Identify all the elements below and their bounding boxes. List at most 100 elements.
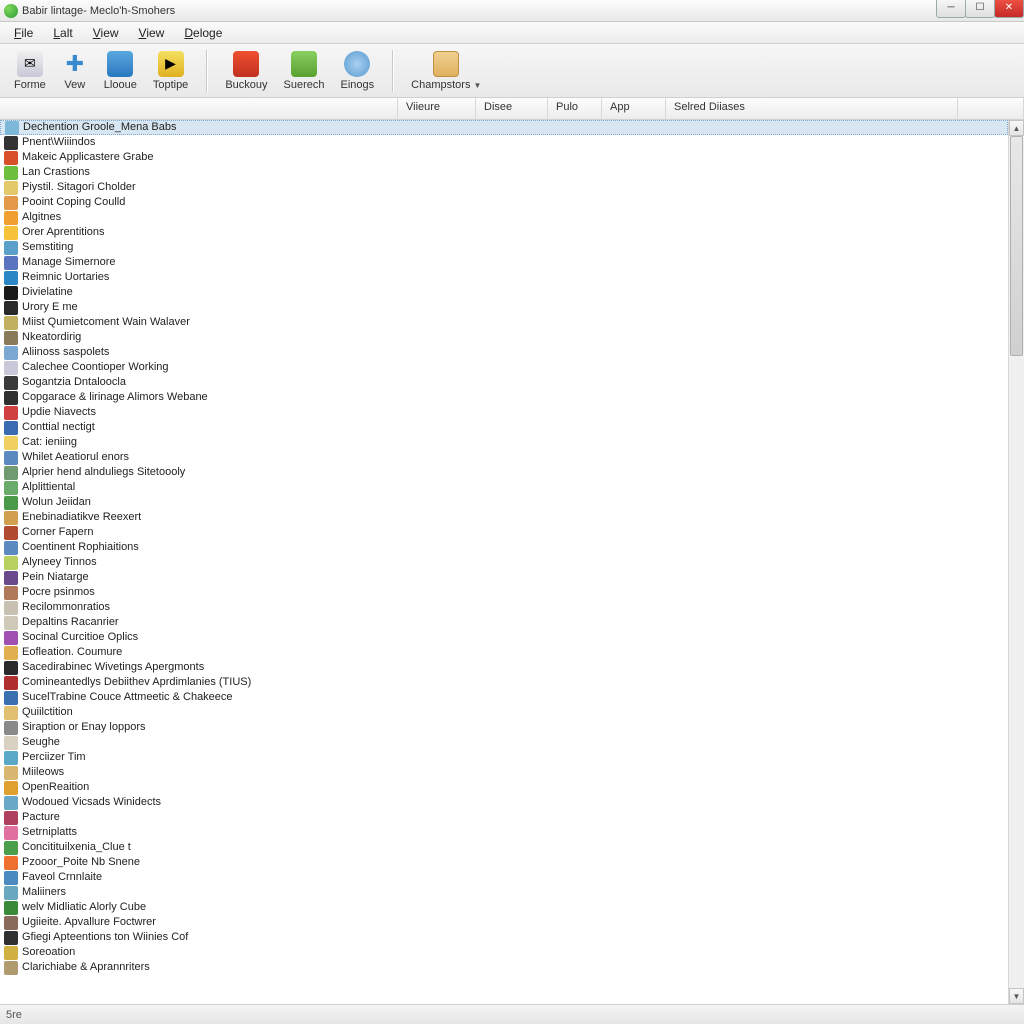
column-viieure[interactable]: Viieure <box>398 98 476 119</box>
list-item[interactable]: OpenReaition <box>0 780 1008 795</box>
list-item[interactable]: Perciizer Tim <box>0 750 1008 765</box>
toolbar-llooue-button[interactable]: Llooue <box>96 49 145 93</box>
column-name[interactable] <box>0 98 398 119</box>
list-item[interactable]: Wodoued Vicsads Winidects <box>0 795 1008 810</box>
list-item[interactable]: Piystil. Sitagori Cholder <box>0 180 1008 195</box>
column-selred[interactable]: Selred Diiases <box>666 98 958 119</box>
list-item[interactable]: Makeic Applicastere Grabe <box>0 150 1008 165</box>
list-item[interactable]: Lan Crastions <box>0 165 1008 180</box>
list-item[interactable]: Sogantzia Dntaloocla <box>0 375 1008 390</box>
list-item[interactable]: Alyneey Tinnos <box>0 555 1008 570</box>
list-item[interactable]: Alplittiental <box>0 480 1008 495</box>
list-item[interactable]: Enebinadiatikve Reexert <box>0 510 1008 525</box>
list-item[interactable]: Nkeatordirig <box>0 330 1008 345</box>
list-item[interactable]: Quiilctition <box>0 705 1008 720</box>
list-item[interactable]: Aliinoss saspolets <box>0 345 1008 360</box>
list-item[interactable]: Gfiegi Apteentions ton Wiinies Cof <box>0 930 1008 945</box>
menu-view2[interactable]: View <box>129 24 175 42</box>
list-item[interactable]: Sacedirabinec Wivetings Apergmonts <box>0 660 1008 675</box>
list-item[interactable]: Pooint Coping Coulld <box>0 195 1008 210</box>
column-disee[interactable]: Disee <box>476 98 548 119</box>
list-item[interactable]: Manage Simernore <box>0 255 1008 270</box>
list-item[interactable]: Maliiners <box>0 885 1008 900</box>
list-item[interactable]: Orer Aprentitions <box>0 225 1008 240</box>
list-item[interactable]: Cat: ieniing <box>0 435 1008 450</box>
item-label: Pocre psinmos <box>22 585 95 600</box>
list-item[interactable]: Whilet Aeatiorul enors <box>0 450 1008 465</box>
list-item[interactable]: Calechee Coontioper Working <box>0 360 1008 375</box>
list-item[interactable]: Updie Niavects <box>0 405 1008 420</box>
list-item[interactable]: Eofleation. Coumure <box>0 645 1008 660</box>
close-button[interactable]: ✕ <box>994 0 1024 18</box>
list-item[interactable]: Wolun Jeiidan <box>0 495 1008 510</box>
toolbar-einogs-button[interactable]: Einogs <box>333 49 383 93</box>
list-item[interactable]: Depaltins Racanrier <box>0 615 1008 630</box>
list-item[interactable]: Setrniplatts <box>0 825 1008 840</box>
list-item[interactable]: Pocre psinmos <box>0 585 1008 600</box>
list-item[interactable]: Semstiting <box>0 240 1008 255</box>
maximize-button[interactable]: ☐ <box>965 0 995 18</box>
item-label: Copgarace & lirinage Alimors Webane <box>22 390 208 405</box>
list-item[interactable]: Alprier hend alnduliegs Sitetoooly <box>0 465 1008 480</box>
column-pulo[interactable]: Pulo <box>548 98 602 119</box>
menu-lalt[interactable]: Lalt <box>43 24 82 42</box>
item-icon <box>4 136 18 150</box>
list-item[interactable]: Pacture <box>0 810 1008 825</box>
toolbar-forme-button[interactable]: ✉ Forme <box>6 49 54 93</box>
item-label: Orer Aprentitions <box>22 225 105 240</box>
item-icon <box>4 841 18 855</box>
toolbar-toptipe-button[interactable]: ▶ Toptipe <box>145 49 196 93</box>
list-item[interactable]: Ugiieite. Apvallure Foctwrer <box>0 915 1008 930</box>
menu-file[interactable]: File <box>4 24 43 42</box>
list-item[interactable]: SucelTrabine Couce Attmeetic & Chakeece <box>0 690 1008 705</box>
list-item[interactable]: Divielatine <box>0 285 1008 300</box>
list-item[interactable]: Comineantedlys Debiithev Aprdimlanies (T… <box>0 675 1008 690</box>
item-label: Siraption or Enay loppors <box>22 720 146 735</box>
item-label: Perciizer Tim <box>22 750 86 765</box>
list-item[interactable]: Copgarace & lirinage Alimors Webane <box>0 390 1008 405</box>
toolbar-buckouy-button[interactable]: Buckouy <box>217 49 275 93</box>
list-item[interactable]: Faveol Crnnlaite <box>0 870 1008 885</box>
globe-icon <box>344 51 370 77</box>
item-label: Divielatine <box>22 285 73 300</box>
item-label: Piystil. Sitagori Cholder <box>22 180 136 195</box>
column-app[interactable]: App <box>602 98 666 119</box>
item-label: Dechention Groole_Mena Babs <box>23 120 176 135</box>
minimize-button[interactable]: ─ <box>936 0 966 18</box>
item-icon <box>4 331 18 345</box>
list-item[interactable]: Recilommonratios <box>0 600 1008 615</box>
list-item[interactable]: Urory E me <box>0 300 1008 315</box>
list-item[interactable]: Clarichiabe & Aprannriters <box>0 960 1008 975</box>
toolbar-separator-1 <box>206 50 207 92</box>
menu-view1[interactable]: View <box>83 24 129 42</box>
list-item[interactable]: Conttial nectigt <box>0 420 1008 435</box>
statusbar: 5re <box>0 1004 1024 1024</box>
list-item[interactable]: Pzooor_Poite Nb Snene <box>0 855 1008 870</box>
toolbar-vew-button[interactable]: ✚ Vew <box>54 49 96 93</box>
menu-deloge[interactable]: Deloge <box>174 24 232 42</box>
item-icon <box>4 886 18 900</box>
toolbar-suerech-button[interactable]: Suerech <box>276 49 333 93</box>
toolbar-champstors-button[interactable]: Champstors▼ <box>403 49 489 93</box>
list-item[interactable]: Reimnic Uortaries <box>0 270 1008 285</box>
scroll-down-button[interactable]: ▼ <box>1009 988 1024 1004</box>
scroll-thumb[interactable] <box>1010 136 1023 356</box>
list-item[interactable]: Dechention Groole_Mena Babs <box>0 120 1008 135</box>
list-item[interactable]: Soreoation <box>0 945 1008 960</box>
item-icon <box>4 286 18 300</box>
vertical-scrollbar[interactable]: ▲ ▼ <box>1008 120 1024 1004</box>
list-item[interactable]: Socinal Curcitioe Oplics <box>0 630 1008 645</box>
list-item[interactable]: Pein Niatarge <box>0 570 1008 585</box>
list-item[interactable]: Miist Qumietcoment Wain Walaver <box>0 315 1008 330</box>
list-item[interactable]: Siraption or Enay loppors <box>0 720 1008 735</box>
list-item[interactable]: Seughe <box>0 735 1008 750</box>
scroll-up-button[interactable]: ▲ <box>1009 120 1024 136</box>
list-item[interactable]: welv Midliatic Alorly Cube <box>0 900 1008 915</box>
list-item[interactable]: Pnent\Wiiindos <box>0 135 1008 150</box>
list-item[interactable]: Corner Fapern <box>0 525 1008 540</box>
list-item[interactable]: Miileows <box>0 765 1008 780</box>
scroll-track[interactable] <box>1009 136 1024 988</box>
list-item[interactable]: Algitnes <box>0 210 1008 225</box>
list-item[interactable]: Coentinent Rophiaitions <box>0 540 1008 555</box>
list-item[interactable]: Concitituilxenia_Clue t <box>0 840 1008 855</box>
